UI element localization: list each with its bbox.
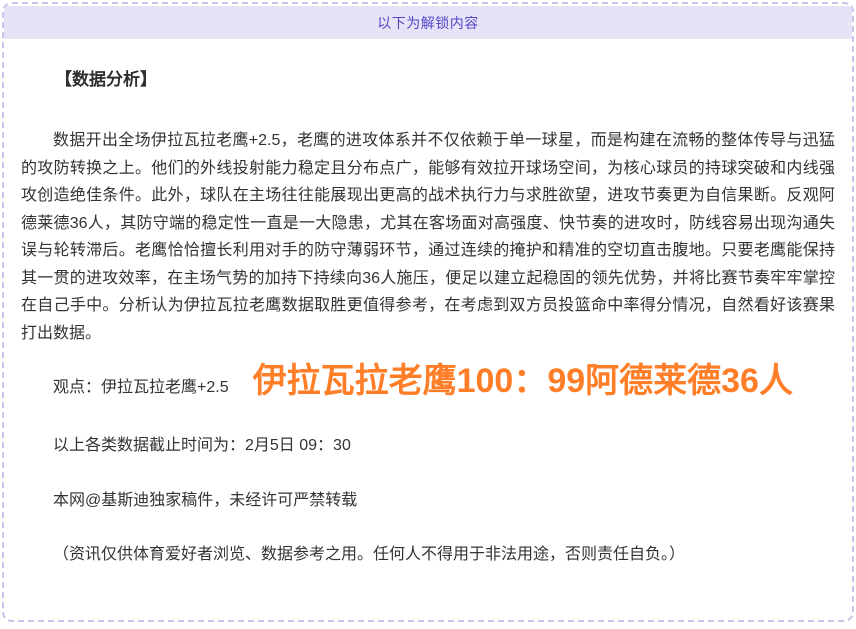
section-title-data-analysis: 【数据分析】 bbox=[21, 65, 835, 90]
unlocked-content-panel: 以下为解锁内容 【数据分析】 数据开出全场伊拉瓦拉老鹰+2.5，老鹰的进攻体系并… bbox=[2, 2, 854, 622]
unlock-notice-bar: 以下为解锁内容 bbox=[4, 6, 852, 39]
unlock-notice-label: 以下为解锁内容 bbox=[377, 13, 479, 33]
copyright-note: 本网@基斯迪独家稿件，未经许可严禁转载 bbox=[21, 487, 835, 515]
legal-disclaimer: （资讯仅供体育爱好者浏览、数据参考之用。任何人不得用于非法用途，否则责任自负。） bbox=[21, 541, 835, 569]
analysis-paragraph: 数据开出全场伊拉瓦拉老鹰+2.5，老鹰的进攻体系并不仅依赖于单一球星，而是构建在… bbox=[21, 127, 835, 347]
data-deadline-note: 以上各类数据截止时间为：2月5日 09：30 bbox=[21, 432, 835, 460]
viewpoint-line: 观点：伊拉瓦拉老鹰+2.5 伊拉瓦拉老鹰100：99阿德莱德36人 bbox=[21, 353, 835, 402]
article-body: 【数据分析】 数据开出全场伊拉瓦拉老鹰+2.5，老鹰的进攻体系并不仅依赖于单一球… bbox=[4, 65, 852, 569]
score-prediction-highlight: 伊拉瓦拉老鹰100：99阿德莱德36人 bbox=[253, 362, 793, 400]
viewpoint-label: 观点：伊拉瓦拉老鹰+2.5 bbox=[53, 379, 229, 396]
